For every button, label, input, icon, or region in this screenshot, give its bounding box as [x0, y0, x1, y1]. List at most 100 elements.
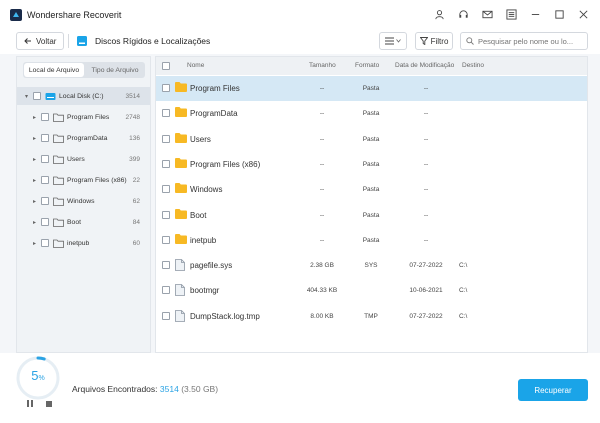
tree-item-users[interactable]: ▸ Users 399 — [17, 150, 150, 168]
chevron-down-icon[interactable]: ▾ — [25, 93, 33, 100]
file-type: Pasta — [362, 135, 380, 143]
table-row[interactable]: Program Files -- Pasta -- — [156, 76, 587, 101]
tab-file-location[interactable]: Local de Arquivo — [24, 63, 84, 77]
row-checkbox[interactable] — [162, 235, 170, 244]
row-checkbox[interactable] — [162, 185, 170, 194]
tree-checkbox[interactable] — [41, 218, 49, 226]
minimize-icon[interactable] — [528, 7, 542, 21]
maximize-icon[interactable] — [552, 7, 566, 21]
file-date: -- — [423, 85, 429, 92]
tree-item-inetpub[interactable]: ▸ inetpub 60 — [17, 234, 150, 252]
table-row[interactable]: DumpStack.log.tmp 8.00 KB TMP 07-27-2022 C:\ — [156, 304, 587, 329]
table-row[interactable]: inetpub -- Pasta -- — [156, 228, 587, 253]
file-name: pagefile.sys — [190, 261, 233, 271]
column-header-name[interactable]: Nome — [187, 62, 204, 69]
row-checkbox[interactable] — [162, 84, 170, 92]
tree-checkbox[interactable] — [41, 113, 49, 121]
chevron-right-icon[interactable]: ▸ — [33, 114, 41, 121]
folder-outline-icon — [53, 176, 64, 185]
tree-checkbox[interactable] — [41, 176, 49, 184]
file-size: -- — [319, 160, 325, 168]
file-name: inetpub — [190, 235, 217, 245]
table-header: Nome Tamanho Formato Data de Modificação… — [156, 57, 587, 75]
back-label: Voltar — [36, 36, 57, 46]
file-icon — [175, 309, 185, 324]
search-input[interactable] — [478, 36, 582, 46]
row-checkbox[interactable] — [162, 286, 170, 295]
tree-item-program-files[interactable]: ▸ Program Files 2748 — [17, 108, 150, 126]
row-checkbox[interactable] — [162, 134, 170, 143]
file-name: bootmgr — [190, 286, 220, 296]
tree-item-programdata[interactable]: ▸ ProgramData 136 — [17, 129, 150, 147]
file-type: TMP — [364, 312, 378, 320]
column-header-type[interactable]: Formato — [355, 62, 379, 69]
app-title: Wondershare Recoverit — [27, 10, 122, 20]
tree-item-label: ProgramData — [67, 134, 108, 142]
file-name: Boot — [190, 210, 207, 220]
table-row[interactable]: Users -- Pasta -- — [156, 127, 587, 152]
tree-checkbox[interactable] — [41, 239, 49, 247]
tree-checkbox[interactable] — [41, 197, 49, 205]
table-row[interactable]: Windows -- Pasta -- — [156, 177, 587, 202]
pause-icon[interactable] — [27, 400, 33, 407]
close-icon[interactable] — [576, 7, 590, 21]
row-checkbox[interactable] — [162, 311, 170, 320]
page-title: Discos Rígidos e Localizações — [95, 36, 211, 46]
chevron-right-icon[interactable]: ▸ — [33, 198, 41, 205]
file-destination: C:\ — [459, 262, 468, 270]
chevron-right-icon[interactable]: ▸ — [33, 135, 41, 142]
folder-outline-icon — [53, 113, 64, 122]
user-icon[interactable] — [432, 7, 446, 21]
menu-icon[interactable] — [504, 7, 518, 21]
file-size: -- — [319, 85, 325, 92]
tree-item-count: 2748 — [125, 113, 140, 121]
tree-item-windows[interactable]: ▸ Windows 62 — [17, 192, 150, 210]
tree-item-local-disk[interactable]: ▾ Local Disk (C:) 3514 — [17, 87, 150, 105]
file-date: -- — [423, 110, 429, 118]
scan-progress: 5% — [12, 355, 64, 401]
tab-file-type[interactable]: Tipo de Arquivo — [85, 62, 145, 78]
list-view-icon — [385, 37, 394, 45]
column-header-date[interactable]: Data de Modificação — [395, 62, 454, 69]
row-checkbox[interactable] — [162, 159, 170, 168]
table-row[interactable]: ProgramData -- Pasta -- — [156, 101, 587, 126]
tree-item-program-files-x86[interactable]: ▸ Program Files (x86) 22 — [17, 171, 150, 189]
tree-checkbox[interactable] — [41, 155, 49, 163]
file-name: ProgramData — [190, 109, 238, 119]
folder-outline-icon — [53, 239, 64, 248]
chevron-right-icon[interactable]: ▸ — [33, 240, 41, 247]
chevron-right-icon[interactable]: ▸ — [33, 156, 41, 163]
view-mode-dropdown[interactable] — [379, 32, 407, 50]
folder-outline-icon — [53, 218, 64, 227]
search-box[interactable] — [460, 32, 588, 50]
toolbar: Voltar Discos Rígidos e Localizações Fil… — [0, 30, 600, 54]
select-all-checkbox[interactable] — [162, 62, 170, 70]
support-headset-icon[interactable] — [456, 7, 470, 21]
tree-item-count: 84 — [132, 218, 140, 226]
tree-item-count: 60 — [132, 239, 140, 247]
tree-item-boot[interactable]: ▸ Boot 84 — [17, 213, 150, 231]
row-checkbox[interactable] — [162, 261, 170, 270]
tree-checkbox[interactable] — [41, 134, 49, 142]
recoverit-logo-icon — [10, 9, 22, 21]
file-name: Program Files — [190, 84, 240, 93]
chevron-right-icon[interactable]: ▸ — [33, 177, 41, 184]
tree-checkbox[interactable] — [33, 92, 41, 100]
mail-icon[interactable] — [480, 7, 494, 21]
table-row[interactable]: Program Files (x86) -- Pasta -- — [156, 152, 587, 177]
file-type: Pasta — [362, 110, 380, 118]
row-checkbox[interactable] — [162, 210, 170, 219]
row-checkbox[interactable] — [162, 109, 170, 118]
table-row[interactable]: pagefile.sys 2.38 GB SYS 07-27-2022 C:\ — [156, 253, 587, 278]
back-button[interactable]: Voltar — [16, 32, 65, 50]
table-row[interactable]: bootmgr 404.33 KB 10-06-2021 C:\ — [156, 278, 587, 303]
file-size: -- — [319, 211, 325, 219]
column-header-size[interactable]: Tamanho — [309, 62, 336, 69]
chevron-right-icon[interactable]: ▸ — [33, 219, 41, 226]
filter-button[interactable]: Filtro — [415, 32, 453, 50]
tree-item-label: Local Disk (C:) — [59, 92, 104, 100]
recover-button[interactable]: Recuperar — [518, 379, 588, 401]
table-row[interactable]: Boot -- Pasta -- — [156, 203, 587, 228]
column-header-destination[interactable]: Destino — [462, 62, 484, 69]
stop-icon[interactable] — [46, 401, 52, 407]
